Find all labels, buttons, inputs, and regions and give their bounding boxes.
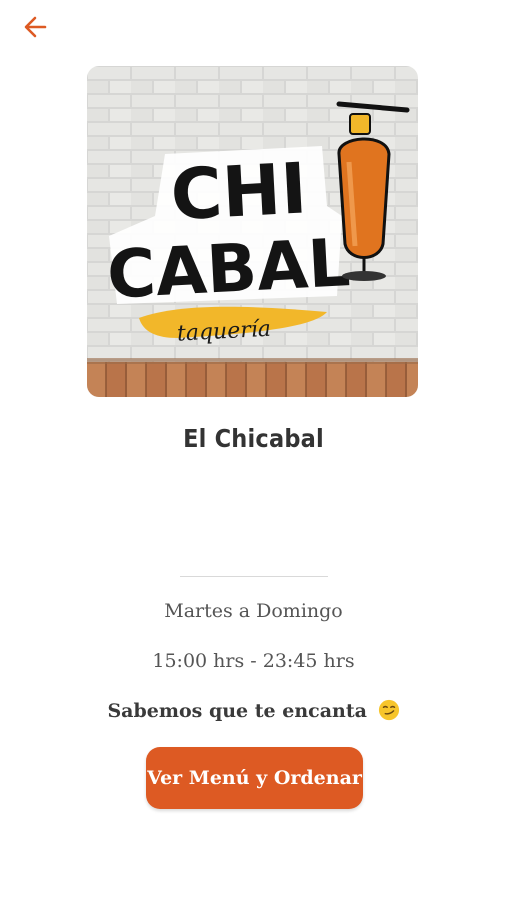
view-menu-order-button[interactable]: Ver Menú y Ordenar xyxy=(146,747,363,809)
restaurant-logo: CHI CABAL taquería xyxy=(87,66,418,397)
restaurant-name: El Chicabal xyxy=(183,424,324,453)
tagline-text: Sabemos que te encanta xyxy=(107,700,367,722)
schedule-days: Martes a Domingo xyxy=(164,600,343,622)
tagline: Sabemos que te encanta xyxy=(0,699,507,722)
logo-line2: CABAL xyxy=(105,224,352,314)
divider xyxy=(180,576,328,577)
logo-line1: CHI xyxy=(169,147,309,236)
logo-tagline: taquería xyxy=(176,317,271,347)
smirking-face-emoji-icon xyxy=(378,699,399,721)
schedule-hours: 15:00 hrs - 23:45 hrs xyxy=(152,650,355,672)
arrow-left-icon xyxy=(24,16,47,38)
back-button[interactable] xyxy=(20,12,50,42)
